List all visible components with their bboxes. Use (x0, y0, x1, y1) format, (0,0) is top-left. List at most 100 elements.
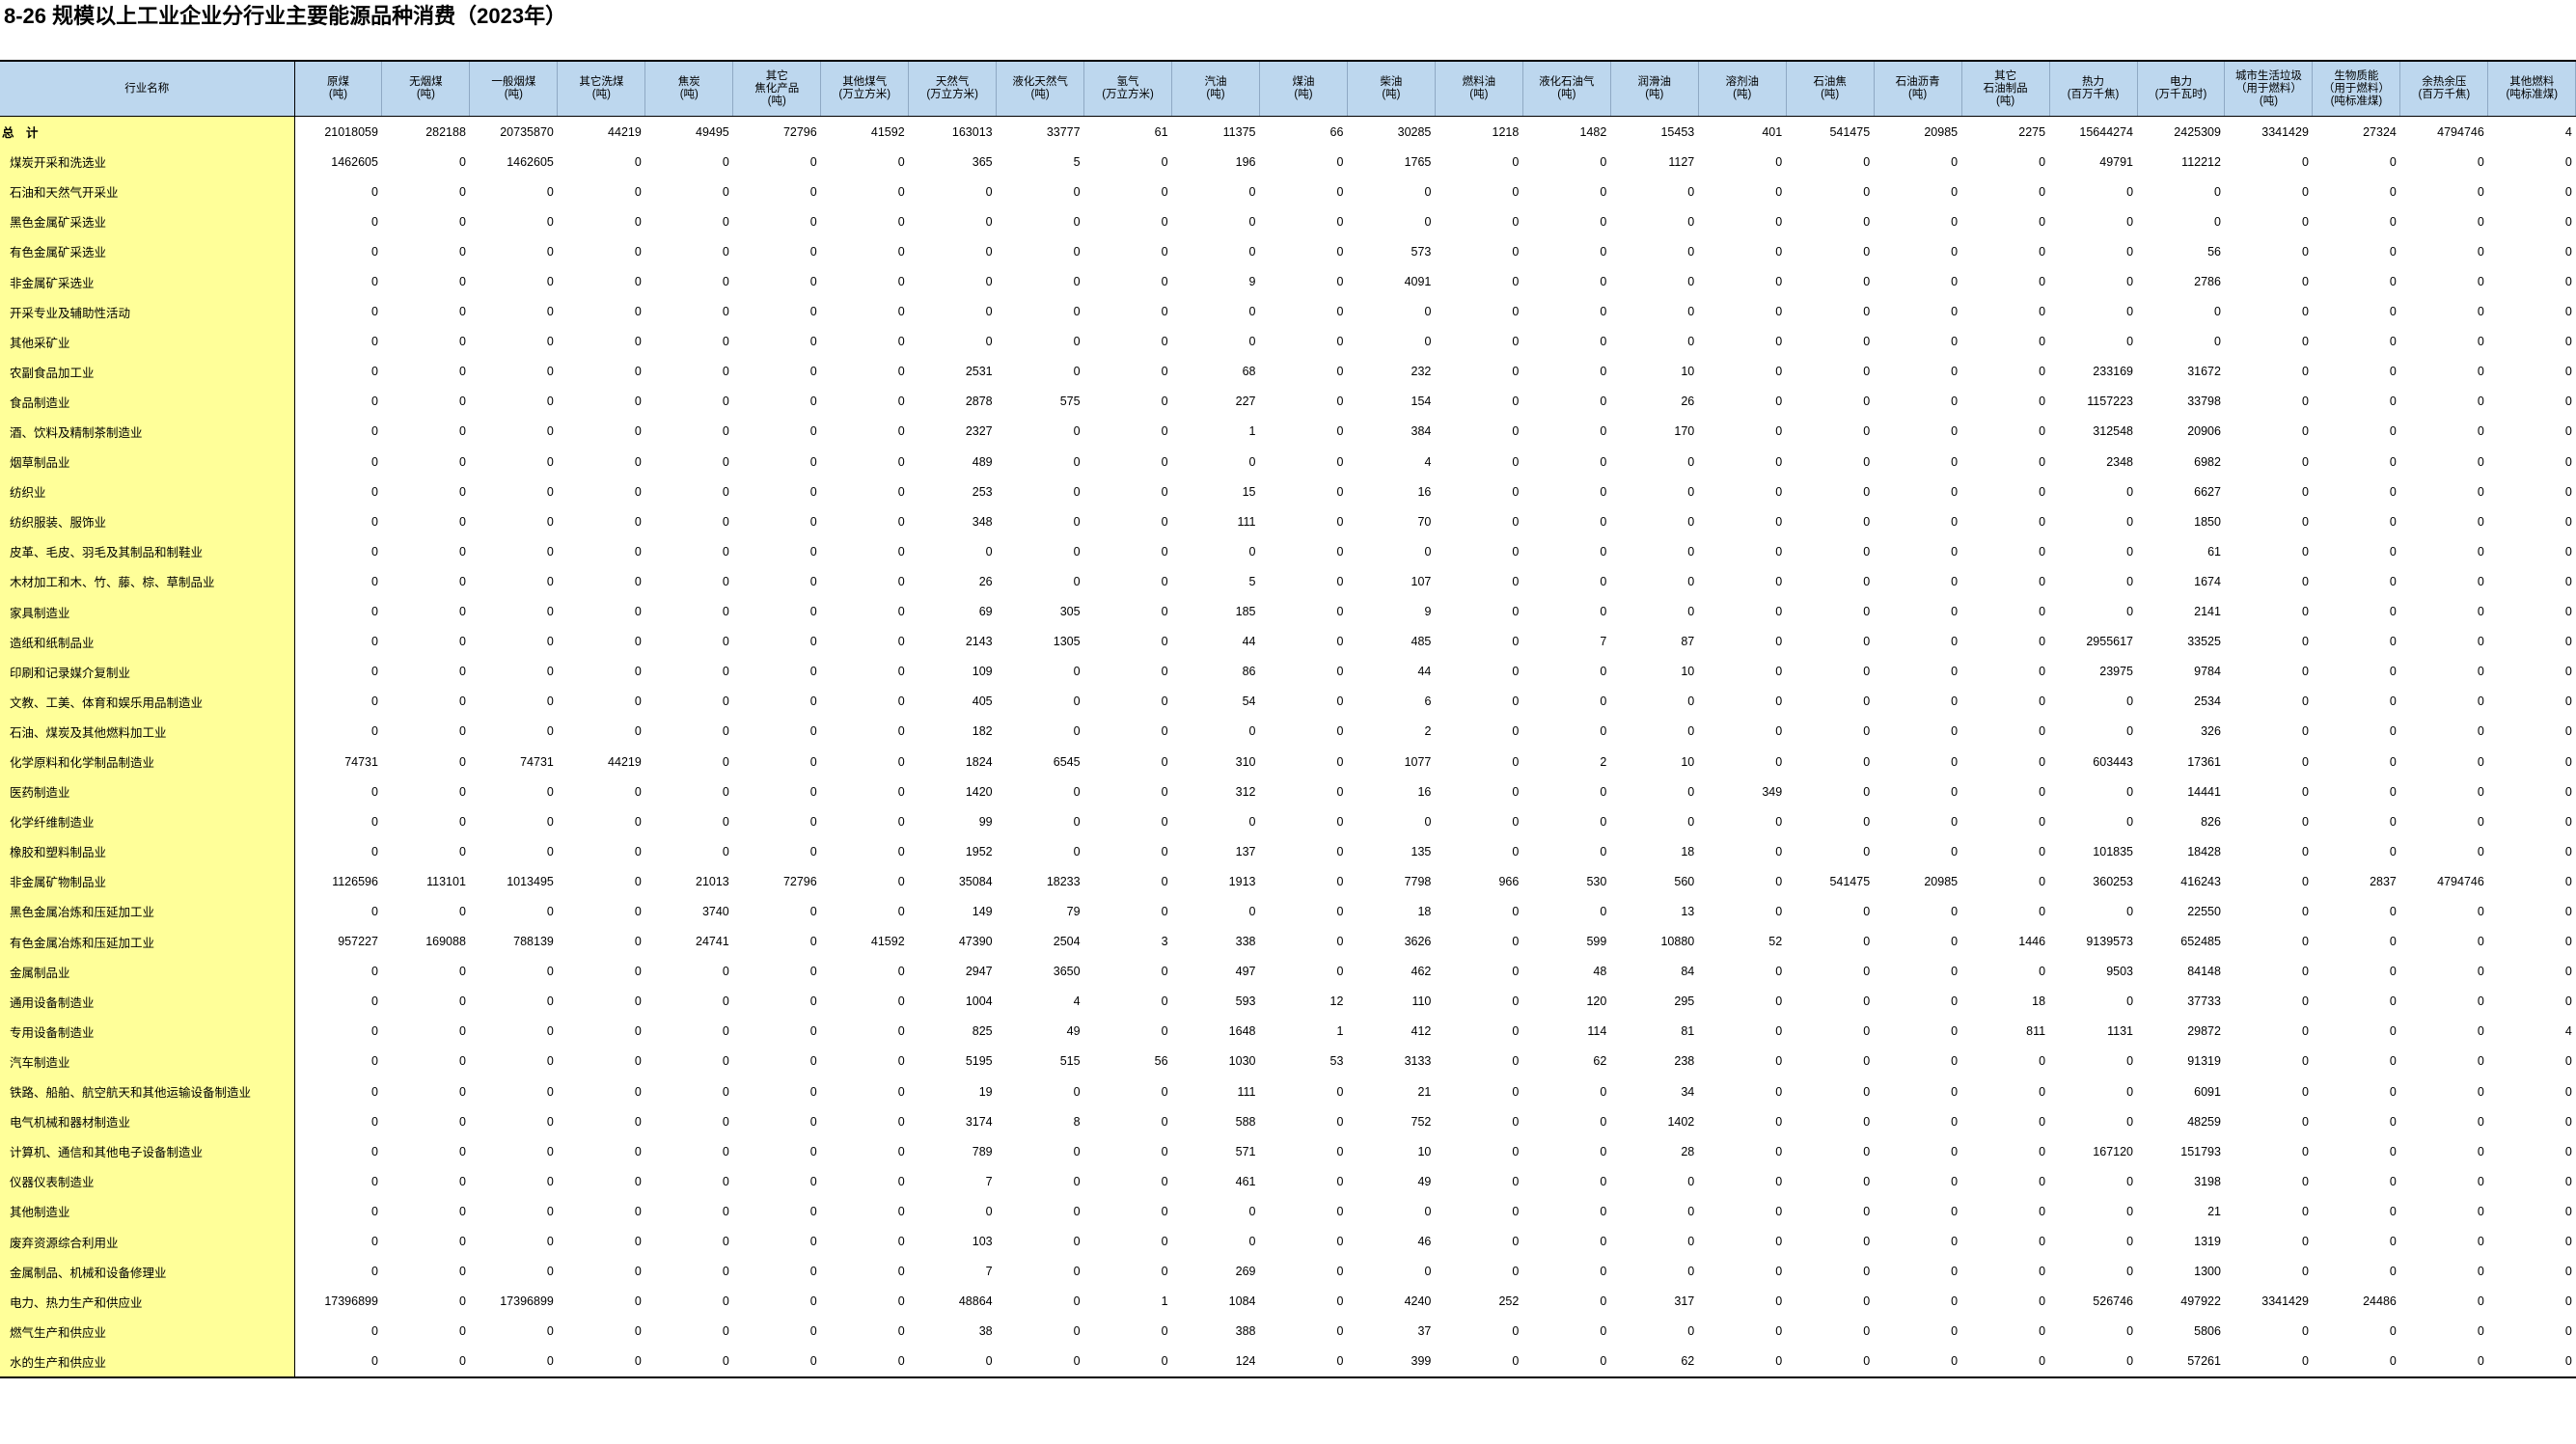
value-cell: 0 (2039, 454, 2046, 469)
value-cell: 0 (722, 574, 729, 588)
value-cell: 0 (1336, 605, 1344, 619)
value-cell: 0 (458, 1235, 466, 1249)
value-cell: 0 (1073, 1174, 1081, 1188)
value-cell: 0 (2389, 904, 2397, 918)
value-cell: 0 (1161, 844, 1168, 858)
value-cell: 0 (2389, 305, 2397, 319)
value-cell: 24486 (2363, 1294, 2397, 1309)
value-cell: 27324 (2363, 124, 2397, 139)
value-cell: 0 (1336, 844, 1344, 858)
value-cell: 0 (1600, 574, 1607, 588)
value-cell: 0 (1775, 1144, 1783, 1158)
value-cell: 120 (1586, 994, 1607, 1009)
value-cell: 227 (1235, 395, 1256, 409)
value-cell: 9503 (2106, 965, 2134, 979)
value-cell: 0 (1951, 1294, 1959, 1309)
value-cell: 74731 (344, 754, 378, 769)
value-cell: 0 (1161, 574, 1168, 588)
value-cell: 10 (1681, 365, 1695, 379)
value-cell: 0 (1600, 305, 1607, 319)
value-cell: 0 (1600, 1174, 1607, 1188)
value-cell: 497 (1235, 965, 1256, 979)
value-cell: 0 (1161, 454, 1168, 469)
table-row: 仪器仪表制造业 0 0 0 0 0 0 0 7 0 0 461 0 49 0 0 0 0 0 0 0 0 3198 0 0 0 0 (0, 1166, 2576, 1197)
value-cell: 0 (2477, 484, 2484, 499)
value-cell: 0 (2477, 635, 2484, 649)
value-cell: 0 (1248, 1235, 1256, 1249)
table-row: 煤炭开采和洗选业 1462605 0 1462605 0 0 0 0 365 5 0 196 0 1765… (0, 147, 2576, 177)
value-cell: 0 (2039, 605, 2046, 619)
value-cell: 0 (546, 214, 554, 229)
value-cell: 4091 (1404, 275, 1432, 289)
value-cell: 0 (1424, 814, 1432, 829)
value-cell: 154 (1411, 395, 1432, 409)
value-cell: 66 (1329, 124, 1344, 139)
value-cell: 0 (634, 514, 642, 529)
value-cell: 0 (2399, 1346, 2488, 1378)
value-cell: 0 (2389, 1324, 2397, 1339)
value-cell: 10880 (1660, 935, 1695, 949)
value-cell: 0 (2389, 965, 2397, 979)
value-cell: 0 (1863, 244, 1871, 259)
value-cell: 0 (2564, 395, 2572, 409)
value-cell: 0 (634, 1114, 642, 1129)
value-cell: 0 (1424, 214, 1432, 229)
table-row: 文教、工美、体育和娱乐用品制造业 0 0 0 0 0 0 0 405 0 0 54 0 6 0 0 0 0 0 0 0 0… (0, 686, 2576, 717)
value-cell: 0 (458, 1324, 466, 1339)
value-cell: 0 (1775, 214, 1783, 229)
column-header: 石油沥青 (吨) (1874, 60, 1962, 117)
value-cell: 0 (371, 244, 378, 259)
value-cell: 0 (634, 335, 642, 349)
value-cell: 15453 (1660, 124, 1695, 139)
value-cell: 0 (2039, 695, 2046, 709)
value-cell: 0 (985, 1204, 993, 1218)
value-cell: 0 (897, 724, 905, 739)
value-cell: 0 (1863, 454, 1871, 469)
value-cell: 560 (1674, 874, 1695, 888)
industry-name-cell: 文教、工美、体育和娱乐用品制造业 (0, 686, 295, 717)
value-cell: 1462605 (507, 154, 554, 169)
value-cell: 0 (1336, 965, 1344, 979)
value-cell: 0 (2564, 1294, 2572, 1309)
value-cell: 0 (634, 424, 642, 439)
value-cell: 0 (985, 244, 993, 259)
value-cell: 0 (1336, 424, 1344, 439)
value-cell: 0 (1775, 1265, 1783, 1279)
value-cell: 1462605 (331, 154, 378, 169)
value-cell: 0 (2126, 335, 2134, 349)
value-cell: 0 (1248, 814, 1256, 829)
value-cell: 0 (897, 365, 905, 379)
value-cell: 2 (1424, 724, 1432, 739)
value-cell: 0 (2389, 1054, 2397, 1069)
column-header: 一般烟煤 (吨) (469, 60, 559, 117)
table-row-total: 总 计 21018059 282188 20735870 44219 49495 72796… (0, 116, 2576, 148)
value-cell: 0 (1951, 935, 1959, 949)
value-cell: 61 (2207, 544, 2221, 559)
value-cell: 0 (2389, 754, 2397, 769)
value-cell: 0 (2477, 665, 2484, 679)
value-cell: 56 (2207, 244, 2221, 259)
value-cell: 0 (2301, 1204, 2309, 1218)
value-cell: 0 (1698, 1346, 1787, 1378)
table-row: 水的生产和供应业 0 0 0 0 0 0 0 0 0 0 124 0 399 0 0 62 0 0 0 0 0 57261 0… (0, 1346, 2576, 1378)
value-cell: 3133 (1404, 1054, 1432, 1069)
value-cell: 0 (1863, 994, 1871, 1009)
value-cell: 103 (972, 1235, 993, 1249)
value-cell: 0 (1775, 994, 1783, 1009)
table-row: 化学纤维制造业 0 0 0 0 0 0 0 99 0 0 0 0 0 0 0 0 0 0 0 0 0 826 0 0 0 0 (0, 806, 2576, 837)
value-cell: 114 (1587, 1024, 1607, 1039)
value-cell: 0 (1951, 244, 1959, 259)
value-cell: 530 (1586, 874, 1607, 888)
value-cell: 0 (2564, 154, 2572, 169)
value-cell: 0 (1161, 544, 1168, 559)
value-cell: 6982 (2194, 454, 2221, 469)
value-cell: 0 (1863, 965, 1871, 979)
value-cell: 0 (1512, 1235, 1520, 1249)
table-row: 金属制品业 0 0 0 0 0 0 0 2947 3650 0 497 0 462 0 48 84 0 0 0 0 950… (0, 956, 2576, 987)
value-cell: 0 (1600, 544, 1607, 559)
value-cell: 0 (371, 1324, 378, 1339)
value-cell: 0 (2301, 904, 2309, 918)
value-cell: 0 (1863, 814, 1871, 829)
value-cell: 0 (897, 695, 905, 709)
value-cell: 0 (2564, 1054, 2572, 1069)
